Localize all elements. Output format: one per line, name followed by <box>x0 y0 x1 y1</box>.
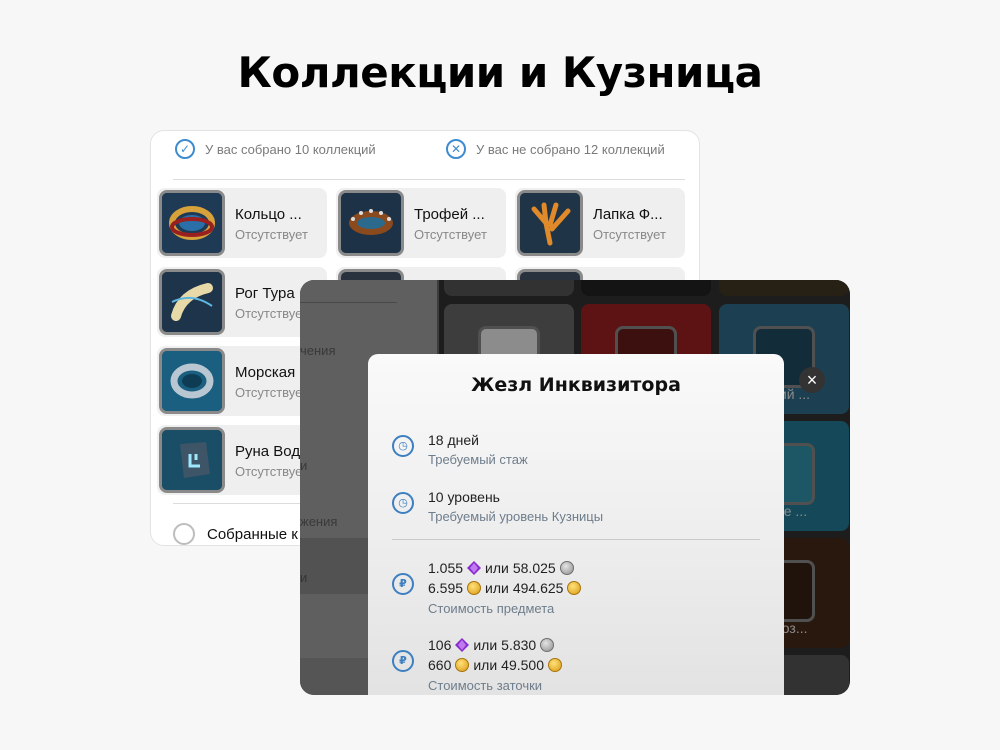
price-line-2: 6.595 или 494.625 <box>428 580 582 596</box>
gold-coin-icon <box>567 581 582 595</box>
collection-tile[interactable]: Кольцо ... Отсутствует <box>157 188 327 258</box>
page-title: Коллекции и Кузница <box>237 48 763 97</box>
filter-collected-radio[interactable]: Собранные к <box>173 523 298 545</box>
ruble-icon: ₽ <box>392 573 414 595</box>
level-label: Требуемый уровень Кузницы <box>428 509 604 524</box>
chest-amount: 6.595 <box>428 580 464 596</box>
silver-amount: 58.025 <box>512 560 556 576</box>
collected-text: У вас собрано 10 коллекций <box>205 141 376 157</box>
silver-coin-icon <box>559 561 574 575</box>
divider <box>173 179 685 180</box>
collection-status: Отсутствует <box>235 464 308 479</box>
gem-amount: 106 <box>428 637 452 653</box>
cross-circle-icon: ✕ <box>446 139 466 159</box>
stage-value: 18 дней <box>428 432 479 448</box>
gem-icon <box>467 561 482 575</box>
collection-name: Руна Вод <box>235 443 301 460</box>
clock-icon: ◷ <box>392 435 414 457</box>
gem-amount: 1.055 <box>428 560 464 576</box>
not-collected-summary: ✕ У вас не собрано 12 коллекций <box>446 139 665 159</box>
level-value: 10 уровень <box>428 489 500 505</box>
sharpen-line-2: 660 или 49.500 <box>428 657 562 673</box>
gold-chest-icon <box>455 658 470 672</box>
claw-icon <box>517 190 583 256</box>
or-text: или <box>485 580 509 596</box>
collection-status: Отсутствует <box>235 306 308 321</box>
gem-icon <box>455 638 470 652</box>
forge-card: чения и жения и йский ... овое ... а Доз… <box>300 280 850 695</box>
gold-amount: 494.625 <box>512 580 564 596</box>
stage-label: Требуемый стаж <box>428 452 528 467</box>
gold-chest-icon <box>467 581 482 595</box>
filter-label: Собранные к <box>207 525 298 543</box>
sharpen-line-1: 106 или 5.830 <box>428 637 555 653</box>
collection-name: Лапка Ф... <box>593 206 663 223</box>
collection-status: Отсутствует <box>235 227 308 242</box>
collection-tile[interactable]: Трофей ... Отсутствует <box>336 188 506 258</box>
ruble-icon: ₽ <box>392 650 414 672</box>
collection-name: Рог Тура <box>235 285 295 302</box>
not-collected-text: У вас не собрано 12 коллекций <box>476 141 665 157</box>
clock-icon: ◷ <box>392 492 414 514</box>
collection-status: Отсутствует <box>593 227 666 242</box>
spiked-belt-icon <box>338 190 404 256</box>
collection-status: Отсутствует <box>414 227 487 242</box>
collection-name: Морская <box>235 364 296 381</box>
or-text: или <box>485 560 509 576</box>
modal-title: Жезл Инквизитора <box>471 374 681 396</box>
silver-amount: 5.830 <box>501 637 537 653</box>
collection-name: Кольцо ... <box>235 206 302 223</box>
horn-icon <box>159 269 225 335</box>
item-modal: Жезл Инквизитора ◷ 18 дней Требуемый ста… <box>368 354 784 695</box>
sharpen-label: Стоимость заточки <box>428 678 543 693</box>
silver-coin-icon <box>540 638 555 652</box>
price-label: Стоимость предмета <box>428 601 555 616</box>
gold-amount: 49.500 <box>501 657 544 673</box>
close-button[interactable]: × <box>799 367 825 393</box>
radio-icon[interactable] <box>173 523 195 545</box>
or-text: или <box>473 637 498 653</box>
collection-status: Отсутствует <box>235 385 308 400</box>
sea-ring-icon <box>159 348 225 414</box>
collection-tile[interactable]: Лапка Ф... Отсутствует <box>515 188 685 258</box>
price-line-1: 1.055 или 58.025 <box>428 560 574 576</box>
chest-amount: 660 <box>428 657 452 673</box>
collected-summary: ✓ У вас собрано 10 коллекций <box>175 139 376 159</box>
divider <box>392 539 760 540</box>
gold-coin-icon <box>548 658 562 672</box>
rune-icon <box>159 427 225 493</box>
ring-icon <box>159 190 225 256</box>
or-text: или <box>473 657 498 673</box>
collection-name: Трофей ... <box>414 206 485 223</box>
check-circle-icon: ✓ <box>175 139 195 159</box>
collections-summary: ✓ У вас собрано 10 коллекций ✕ У вас не … <box>151 131 699 181</box>
